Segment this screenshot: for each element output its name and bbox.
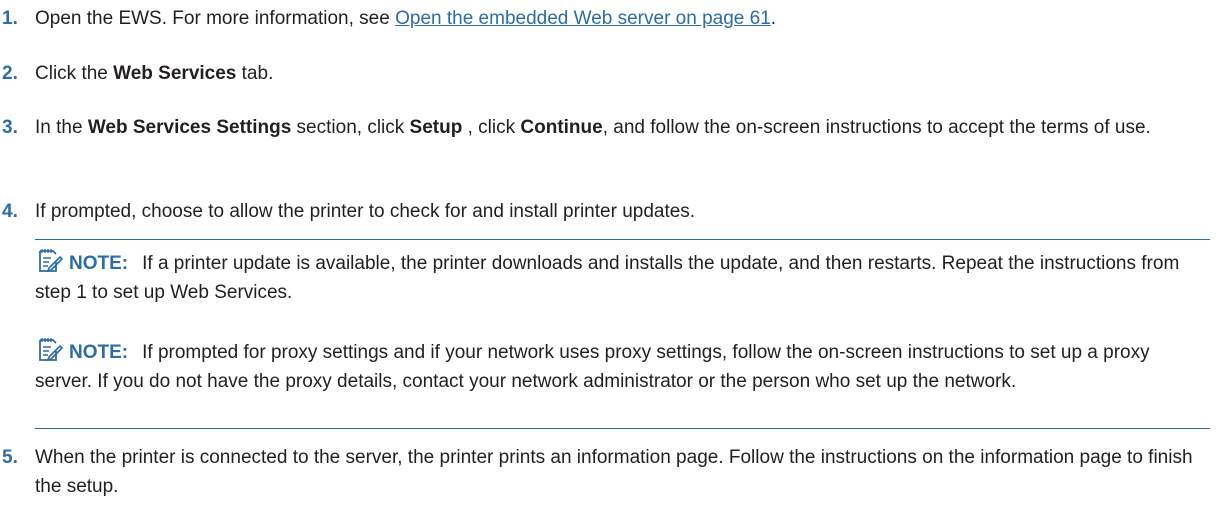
step-text: When the printer is connected to the ser… [35,447,1193,497]
step-number: 1. [2,8,18,29]
step-text-part: In the [35,117,88,138]
note-text: If a printer update is available, the pr… [35,253,1180,303]
step-text: In the Web Services Settings section, cl… [35,113,1210,142]
step-text-part: Open the EWS. For more information, see [35,8,396,29]
step-text-part: Click the [35,63,114,84]
document-page: 1. Open the EWS. For more information, s… [0,0,1220,510]
note-box: NOTE: If prompted for proxy settings and … [35,329,1210,396]
note-label: NOTE: [69,342,129,363]
step-number: 2. [2,63,18,84]
step-text-part: . [770,8,777,29]
note-divider [35,428,1210,429]
note-box: NOTE: If a printer update is available, t… [35,239,1210,307]
step-text: Click the Web Services tab. [35,59,1210,88]
step-number: 3. [2,117,18,138]
page-link[interactable]: Open the embedded Web server on page 61 [395,8,771,29]
ui-term: Web Services [113,63,237,84]
ui-term: Continue [520,117,603,138]
step-text-part: , click [462,117,521,138]
step-text: If prompted, choose to allow the printer… [35,201,696,222]
step-text-part: section, click [291,117,410,138]
step-number: 4. [2,201,18,222]
step-text-part: tab. [236,63,274,84]
note-label: NOTE: [69,253,129,274]
step-number: 5. [2,447,18,468]
note-pad-pencil-icon [39,249,63,273]
step-text: Open the EWS. For more information, see … [35,4,1210,33]
note-pad-pencil-icon [39,338,63,362]
note-text: If prompted for proxy settings and if yo… [35,342,1150,392]
step-text-part: , and follow the on-screen instructions … [602,117,1151,138]
ui-term: Web Services Settings [87,117,292,138]
ui-term: Setup [409,117,463,138]
